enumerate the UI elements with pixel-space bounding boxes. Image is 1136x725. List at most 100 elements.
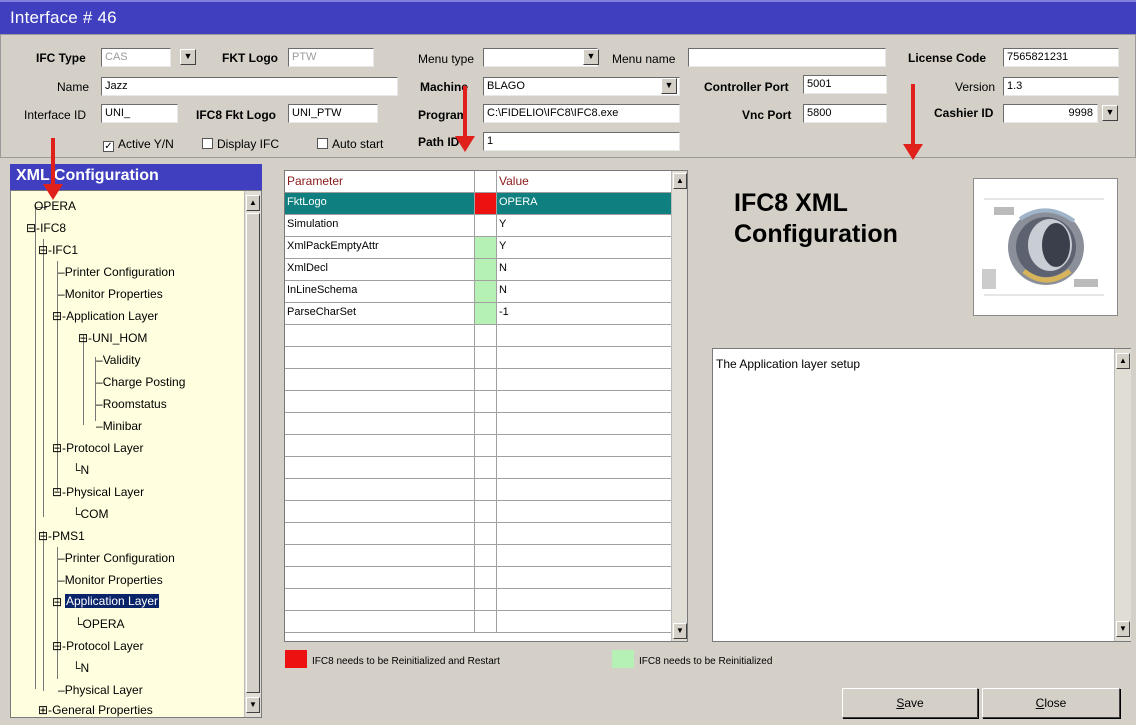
table-row[interactable]: InLineSchema N [285, 281, 687, 303]
tree-item-roomstatus[interactable]: –Roomstatus [95, 397, 168, 411]
scroll-up-icon[interactable]: ▲ [246, 195, 260, 211]
table-row[interactable]: ParseCharSet -1 [285, 303, 687, 325]
menu-type-dropdown-button[interactable]: ▼ [583, 49, 599, 65]
tree-item-charge-posting[interactable]: –Charge Posting [95, 375, 186, 389]
reinit-indicator [475, 259, 497, 280]
menu-type-field[interactable] [483, 48, 598, 67]
machine-dropdown-button[interactable]: ▼ [661, 78, 677, 94]
path-id-field[interactable]: 1 [483, 132, 680, 151]
tree-scrollbar[interactable]: ▲ ▼ [244, 191, 261, 717]
grid-header-row: Parameter Value [285, 171, 687, 193]
scroll-down-icon[interactable]: ▼ [1116, 621, 1130, 637]
tree-item-validity[interactable]: –Validity [95, 353, 141, 367]
reinit-indicator [475, 281, 497, 302]
license-code-field[interactable]: 7565821231 [1003, 48, 1119, 67]
table-row[interactable]: XmlPackEmptyAttr Y [285, 237, 687, 259]
interface-id-label: Interface ID [24, 108, 87, 122]
program-field[interactable]: C:\FIDELIO\IFC8\IFC8.exe [483, 104, 680, 123]
ifc8-fkt-logo-field[interactable]: UNI_PTW [288, 104, 378, 123]
active-checkbox[interactable]: ✓ Active Y/N [103, 137, 174, 152]
table-row[interactable]: FktLogo OPERA [285, 193, 687, 215]
cashier-id-field[interactable]: 9998 [1003, 104, 1098, 123]
reinit-indicator [475, 303, 497, 324]
cashier-id-dropdown-button[interactable]: ▼ [1102, 105, 1118, 121]
empty-row [285, 457, 687, 479]
tree-item-opera-2[interactable]: └OPERA [73, 617, 126, 631]
tree-item-opera[interactable]: OPERA [33, 199, 77, 213]
close-button[interactable]: Close [982, 688, 1120, 718]
controller-port-field[interactable]: 5001 [803, 75, 887, 94]
empty-row [285, 479, 687, 501]
tree-item-protocol-layer-2[interactable]: ⊟-Protocol Layer [51, 639, 144, 653]
scroll-down-icon[interactable]: ▼ [246, 697, 260, 713]
reinit-indicator [475, 237, 497, 258]
value-column-header[interactable]: Value [497, 171, 687, 192]
vnc-port-field[interactable]: 5800 [803, 104, 887, 123]
table-row[interactable]: XmlDecl N [285, 259, 687, 281]
tree-scroll-thumb[interactable] [246, 213, 260, 693]
menu-name-label: Menu name [612, 52, 676, 66]
tree-item-printer-configuration[interactable]: –Printer Configuration [57, 265, 176, 279]
tree-item-com[interactable]: └COM [71, 507, 110, 521]
display-ifc-checkbox[interactable]: Display IFC [202, 137, 279, 151]
info-title: IFC8 XML Configuration [734, 189, 898, 248]
empty-row [285, 369, 687, 391]
license-code-label: License Code [908, 51, 987, 65]
tree-item-physical-layer-2[interactable]: –Physical Layer [57, 683, 144, 697]
empty-row [285, 435, 687, 457]
tree-item-ifc8[interactable]: ⊟-IFC8 [25, 221, 67, 235]
legend-reinit-text: IFC8 needs to be Reinitialized [639, 656, 773, 667]
empty-row [285, 611, 687, 633]
tree-item-general-properties[interactable]: ⊞-General Properties [37, 703, 154, 717]
version-label: Version [955, 80, 996, 94]
tree-item-printer-configuration-2[interactable]: –Printer Configuration [57, 551, 176, 565]
restart-indicator [475, 193, 497, 214]
ifc-type-label: IFC Type [36, 51, 86, 65]
red-arrow-annotation-info [903, 84, 923, 160]
empty-row [285, 523, 687, 545]
tree-item-protocol-layer[interactable]: ⊟-Protocol Layer [51, 441, 144, 455]
tree-item-minibar[interactable]: –Minibar [95, 419, 143, 433]
tree-item-n[interactable]: └N [71, 463, 90, 477]
tree-expander-icon[interactable]: ⊟ [51, 595, 63, 609]
scroll-up-icon[interactable]: ▲ [1116, 353, 1130, 369]
tree-item-pms1[interactable]: ⊟-PMS1 [37, 529, 86, 543]
description-box[interactable]: The Application layer setup ▲ ▼ [712, 348, 1131, 642]
empty-row [285, 589, 687, 611]
ifc8-logo-image [973, 178, 1118, 316]
version-field[interactable]: 1.3 [1003, 77, 1119, 96]
tree-item-n-2[interactable]: └N [71, 661, 90, 675]
legend-reinit-swatch [612, 650, 634, 668]
name-label: Name [57, 80, 90, 94]
fkt-logo-field[interactable]: PTW [288, 48, 374, 67]
tree-item-ifc1[interactable]: ⊟-IFC1 [37, 243, 79, 257]
empty-row [285, 545, 687, 567]
tree-item-monitor-properties[interactable]: –Monitor Properties [57, 287, 164, 301]
tree-item-monitor-properties-2[interactable]: –Monitor Properties [57, 573, 164, 587]
ifc-type-dropdown-button[interactable]: ▼ [180, 49, 196, 65]
legend-restart-swatch [285, 650, 307, 668]
scroll-up-icon[interactable]: ▲ [673, 173, 687, 189]
menu-type-label: Menu type [418, 52, 475, 66]
auto-start-checkbox[interactable]: Auto start [317, 137, 383, 151]
grid-scrollbar[interactable]: ▲ ▼ [671, 171, 687, 641]
tree-item-application-layer[interactable]: ⊟-Application Layer [51, 309, 159, 323]
tree-item-application-layer-selected[interactable]: Application Layer [65, 594, 160, 608]
tree-item-uni-hom[interactable]: ⊟-UNI_HOM [77, 331, 148, 345]
machine-field[interactable]: BLAGO [483, 77, 680, 96]
ifc-type-field[interactable]: CAS [101, 48, 171, 67]
scroll-down-icon[interactable]: ▼ [673, 623, 687, 639]
red-arrow-annotation-grid [455, 86, 475, 152]
parameter-grid[interactable]: Parameter Value FktLogo OPERA Simulation… [284, 170, 688, 642]
interface-id-field[interactable]: UNI_ [101, 104, 178, 123]
name-field[interactable]: Jazz [101, 77, 398, 96]
menu-name-field[interactable] [688, 48, 886, 67]
parameter-column-header[interactable]: Parameter [285, 171, 475, 192]
xml-configuration-tree[interactable]: OPERA ⊟-IFC8 ⊟-IFC1 –Printer Configurati… [10, 190, 262, 718]
save-button[interactable]: Save [842, 688, 978, 718]
tree-item-physical-layer[interactable]: ⊟-Physical Layer [51, 485, 145, 499]
description-scrollbar[interactable]: ▲ ▼ [1114, 349, 1131, 641]
fkt-logo-label: FKT Logo [222, 51, 278, 65]
window-title: Interface # 46 [0, 0, 1136, 34]
table-row[interactable]: Simulation Y [285, 215, 687, 237]
